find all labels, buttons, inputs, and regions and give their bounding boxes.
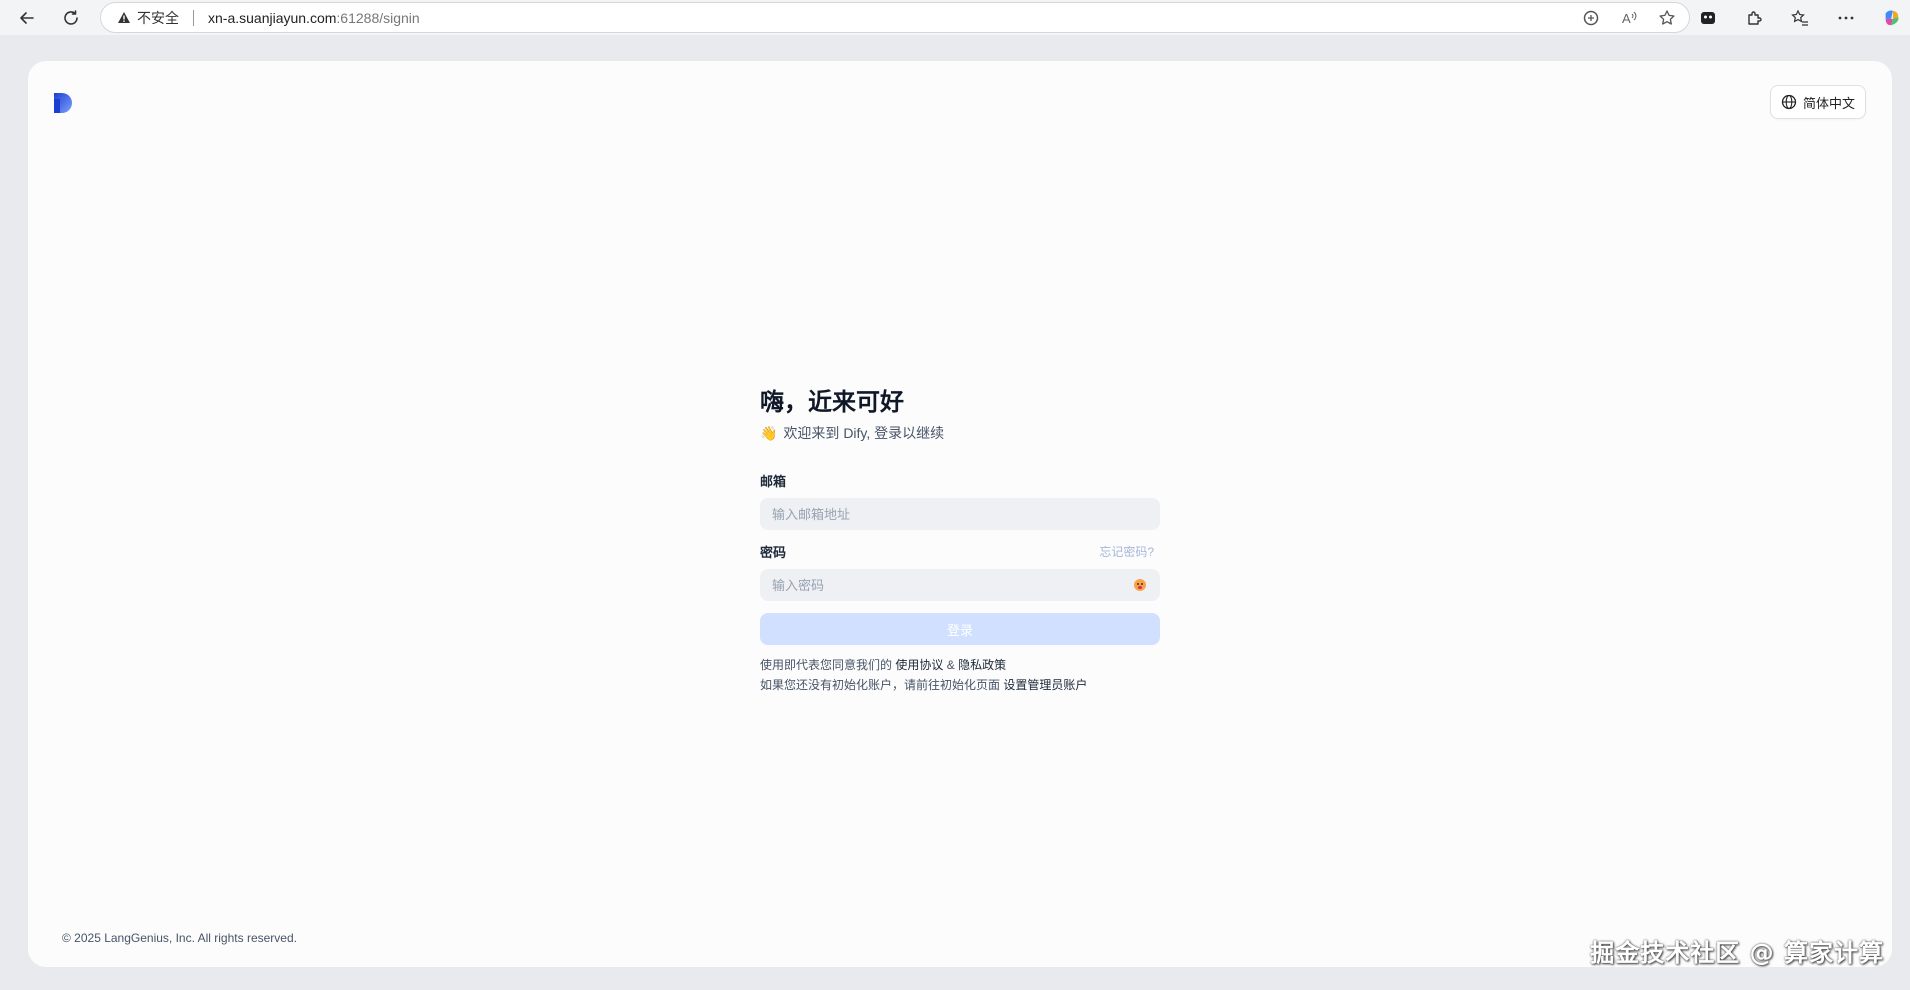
privacy-policy-link[interactable]: 隐私政策 [958, 658, 1006, 672]
refresh-icon [64, 9, 78, 25]
copilot-icon[interactable] [1882, 8, 1902, 28]
browser-extensions [1698, 0, 1910, 35]
signin-form: 嗨，近来可好 👋 欢迎来到 Dify, 登录以继续 邮箱 密码 忘记密码? 登录 [760, 387, 1160, 697]
terms-ampersand: & [946, 658, 955, 672]
address-bar-actions: A [1581, 3, 1677, 32]
security-indicator[interactable]: 不安全 [117, 8, 179, 28]
show-password-toggle[interactable] [1132, 577, 1148, 593]
email-field[interactable] [760, 498, 1160, 530]
init-line: 如果您还没有初始化账户，请前往初始化页面 设置管理员账户 [760, 673, 1160, 697]
page-subtitle: 👋 欢迎来到 Dify, 登录以继续 [760, 423, 1160, 443]
terms-of-use-link[interactable]: 使用协议 [895, 658, 943, 672]
svg-text:A: A [1622, 11, 1631, 26]
password-field[interactable] [760, 569, 1160, 601]
terms-prefix: 使用即代表您同意我们的 [760, 658, 893, 672]
waving-hand-icon: 👋 [760, 424, 778, 441]
copyright-footer: © 2025 LangGenius, Inc. All rights reser… [62, 931, 297, 945]
url-text[interactable]: xn-a.suanjiayun.com:61288/signin [208, 10, 420, 26]
terms-notice: 使用即代表您同意我们的 使用协议 & 隐私政策 如果您还没有初始化账户，请前往初… [760, 653, 1160, 697]
init-prefix: 如果您还没有初始化账户，请前往初始化页面 [760, 678, 1001, 692]
globe-icon [1781, 94, 1797, 110]
password-field-wrapper [760, 569, 1160, 601]
login-button[interactable]: 登录 [760, 613, 1160, 645]
signin-page: 简体中文 嗨，近来可好 👋 欢迎来到 Dify, 登录以继续 邮箱 密码 忘记密… [28, 61, 1892, 967]
emoji-face-icon [1134, 579, 1146, 591]
forgot-password-link[interactable]: 忘记密码? [1099, 543, 1154, 560]
address-separator [193, 9, 194, 26]
dify-logo [54, 93, 74, 115]
url-host: xn-a.suanjiayun.com [208, 9, 337, 26]
language-selector[interactable]: 简体中文 [1769, 85, 1866, 119]
email-label: 邮箱 [760, 474, 787, 489]
read-aloud-icon[interactable]: A [1619, 8, 1639, 28]
address-bar[interactable]: 不安全 xn-a.suanjiayun.com:61288/signin A [100, 2, 1690, 33]
setup-admin-link[interactable]: 设置管理员账户 [1003, 678, 1087, 692]
arrow-left-icon [20, 11, 34, 24]
dify-logo-icon [54, 93, 72, 113]
more-menu-icon[interactable] [1836, 8, 1856, 28]
security-label: 不安全 [137, 9, 179, 26]
browser-toolbar: 不安全 xn-a.suanjiayun.com:61288/signin A [0, 0, 1910, 35]
watermark-text: 掘金技术社区 @ 算家计算 [1590, 939, 1884, 967]
language-label: 简体中文 [1802, 95, 1855, 111]
favorites-collection-icon[interactable] [1790, 8, 1810, 28]
warning-icon [118, 12, 130, 23]
subtitle-text: 欢迎来到 Dify, 登录以继续 [783, 425, 945, 441]
page-title: 嗨，近来可好 [760, 389, 904, 416]
extensions-puzzle-icon[interactable] [1744, 8, 1764, 28]
url-path: :61288/signin [336, 9, 420, 26]
favorite-star-icon[interactable] [1657, 8, 1677, 28]
translate-icon[interactable] [1581, 8, 1601, 28]
refresh-button[interactable] [56, 3, 86, 33]
back-button[interactable] [12, 3, 42, 33]
password-label: 密码 [760, 545, 787, 560]
extension-app-icon[interactable] [1698, 8, 1718, 28]
password-label-row: 密码 忘记密码? [760, 542, 1160, 561]
